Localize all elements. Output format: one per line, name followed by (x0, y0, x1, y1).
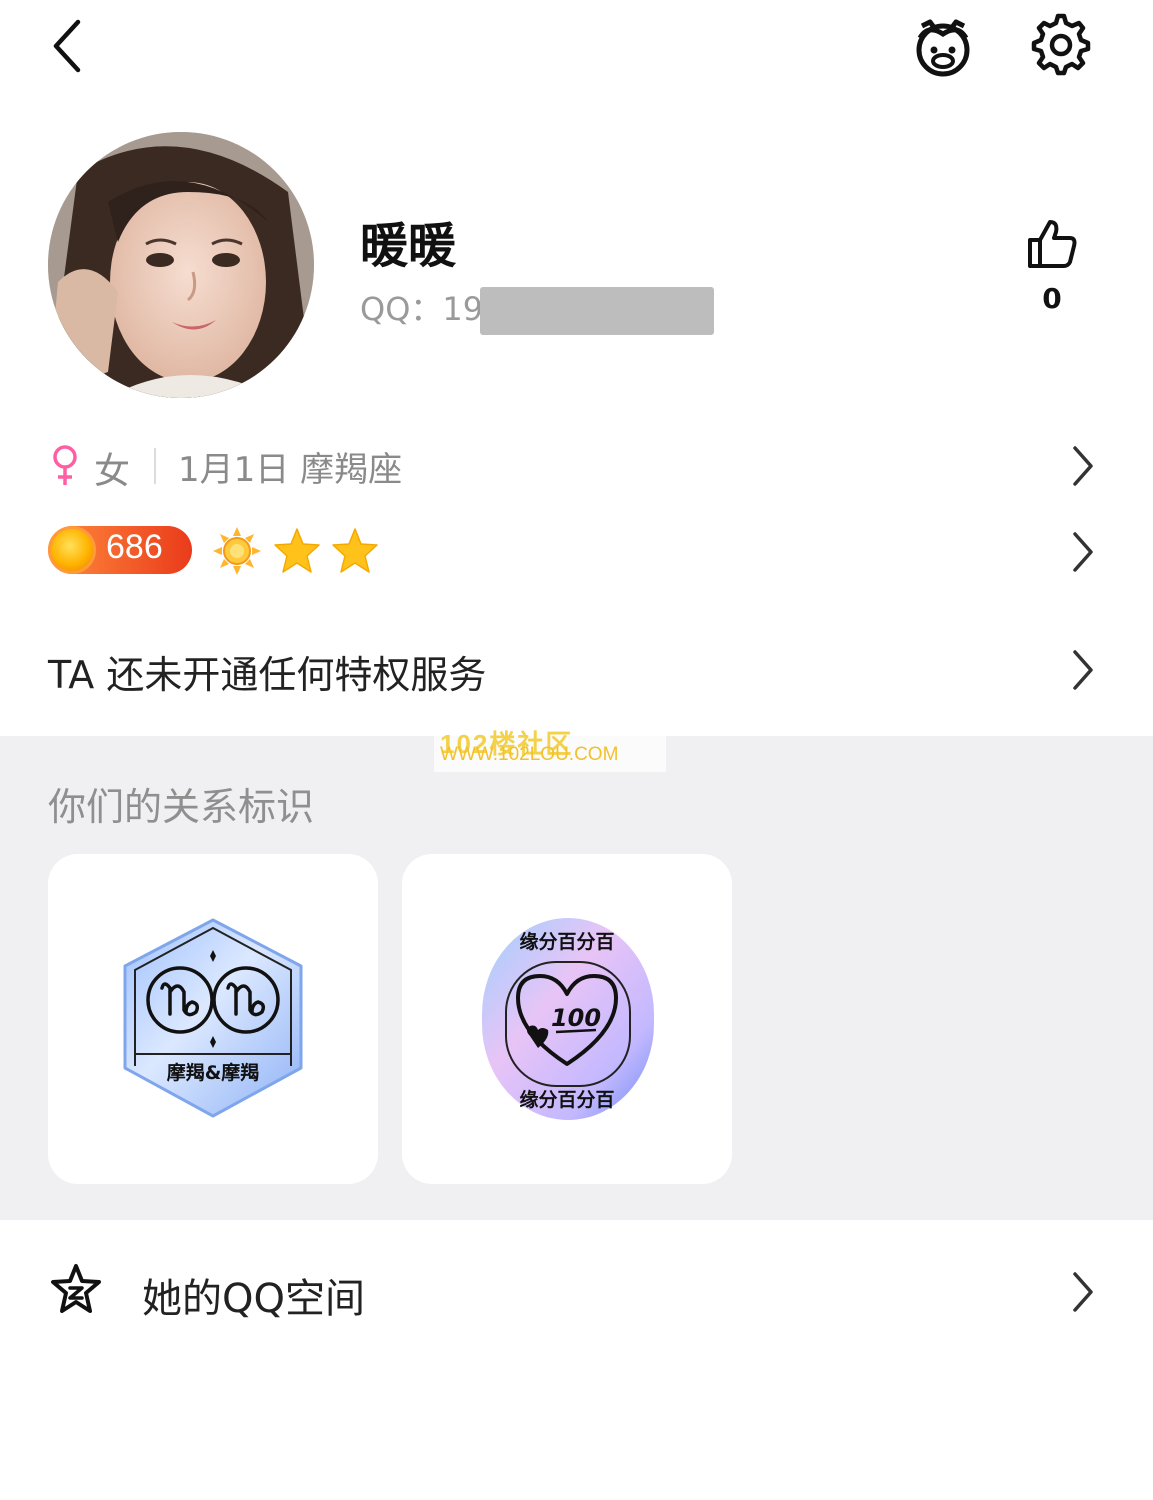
top-bar (0, 0, 1153, 100)
bear-face-button[interactable] (908, 12, 978, 78)
watermark-url: WWW.102LOU.COM (440, 744, 619, 765)
badge-top-text: 缘分百分百 (519, 931, 614, 953)
chevron-right-icon (1073, 446, 1093, 486)
gender-label: 女 (94, 451, 131, 492)
badge-score: 100 (551, 1004, 601, 1032)
avatar[interactable] (48, 132, 314, 398)
star-level-icon (274, 528, 320, 573)
qzone-label: 她的QQ空间 (142, 1276, 365, 1322)
qzone-row[interactable]: 她的QQ空间 (0, 1256, 1153, 1330)
destiny-100-badge-icon: 100 缘分百分百 缘分百分百 (482, 918, 654, 1120)
badge-bottom-text: 缘分百分百 (519, 1089, 614, 1111)
level-coin-icon (48, 526, 96, 574)
like-count: 0 (1042, 282, 1062, 315)
watermark: 102楼社区 WWW.102LOU.COM (434, 728, 666, 772)
basic-info-row[interactable]: 女 1月1日 摩羯座 (0, 436, 1153, 496)
avatar-photo (48, 132, 314, 398)
thumbs-up-icon (1028, 220, 1077, 268)
female-icon (53, 445, 77, 485)
section-title: 你们的关系标识 (48, 785, 315, 829)
back-button[interactable] (40, 14, 96, 78)
profile-name: 暖暖 (360, 218, 457, 274)
gear-icon (1031, 13, 1091, 76)
qq-number-redaction (480, 287, 714, 335)
badge-label: 摩羯&摩羯 (167, 1061, 260, 1084)
chevron-right-icon (1073, 650, 1093, 690)
star-level-icon (332, 528, 378, 573)
level-badge: 686 (48, 526, 192, 574)
qzone-star-icon (51, 1264, 101, 1313)
qq-number: QQ：19 (360, 290, 484, 328)
bear-face-icon (916, 19, 970, 77)
like-button[interactable] (1024, 216, 1080, 272)
relation-badge-card[interactable]: 100 缘分百分百 缘分百分百 (402, 854, 732, 1184)
settings-button[interactable] (1028, 12, 1094, 78)
capricorn-badge-icon: 摩羯&摩羯 (123, 918, 303, 1118)
privilege-row[interactable]: TA 还未开通任何特权服务 (0, 636, 1153, 706)
relation-badge-card[interactable]: 摩羯&摩羯 (48, 854, 378, 1184)
chevron-right-icon (1073, 532, 1093, 572)
sun-level-icon (213, 527, 261, 575)
birthday-zodiac-label: 1月1日 摩羯座 (178, 450, 403, 490)
info-divider (154, 448, 156, 484)
relationship-section: 102楼社区 WWW.102LOU.COM 你们的关系标识 摩羯&摩羯 100 … (0, 728, 1153, 1220)
chevron-right-icon (1073, 1272, 1093, 1312)
privilege-text: TA 还未开通任何特权服务 (48, 653, 487, 697)
chevron-left-icon (53, 19, 81, 73)
level-row[interactable]: 686 (0, 522, 1153, 582)
level-value: 686 (106, 528, 163, 566)
